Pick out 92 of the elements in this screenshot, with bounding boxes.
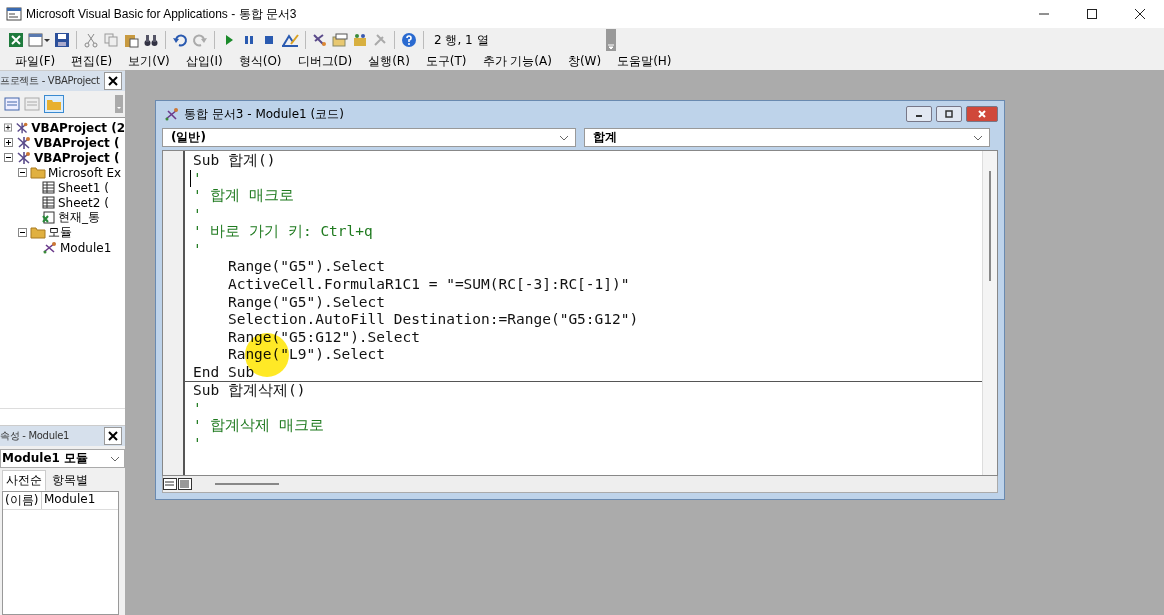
project-icon: [16, 135, 32, 150]
property-name: (이름): [3, 492, 42, 509]
code-line: ': [193, 240, 202, 257]
menu-item[interactable]: 보기(V): [125, 52, 173, 70]
tree-item[interactable]: VBAProject (: [34, 135, 120, 150]
close-icon[interactable]: [1134, 8, 1146, 20]
close-icon: [108, 431, 118, 441]
menu-item[interactable]: 실행(R): [365, 52, 413, 70]
window-title: Microsoft Visual Basic for Applications - 통합 문서3: [26, 5, 297, 23]
sheet-icon: [42, 196, 56, 209]
close-button[interactable]: [104, 72, 122, 90]
maximize-icon[interactable]: [1086, 8, 1098, 20]
close-icon: [977, 110, 987, 118]
tree-item[interactable]: VBAProject (: [34, 150, 120, 165]
menu-item[interactable]: 파일(F): [12, 52, 59, 70]
insert-form-icon[interactable]: [28, 32, 50, 48]
object-dropdown[interactable]: (일반): [162, 128, 576, 147]
close-button[interactable]: [104, 427, 122, 445]
tree-item[interactable]: 현재_통: [58, 209, 100, 226]
expand-toggle-icon[interactable]: [18, 228, 27, 237]
menu-item[interactable]: 디버그(D): [294, 52, 356, 70]
code-line: ' 바로 가기 키: Ctrl+q: [193, 221, 373, 241]
expand-toggle-icon[interactable]: [4, 138, 13, 147]
folder-icon: [30, 226, 46, 239]
toggle-folders-icon[interactable]: [44, 95, 64, 113]
tree-item[interactable]: Microsoft Ex: [48, 165, 122, 180]
maximize-icon: [944, 110, 954, 118]
object-browser-icon[interactable]: [352, 32, 368, 48]
code-line: Sub 합계(): [193, 151, 276, 171]
module-view-icon[interactable]: [178, 478, 192, 490]
maximize-button[interactable]: [936, 106, 962, 122]
code-line: End Sub: [193, 363, 255, 380]
save-icon[interactable]: [54, 32, 70, 48]
close-icon: [108, 76, 118, 86]
expand-toggle-icon[interactable]: [18, 168, 27, 177]
project-icon: [16, 150, 32, 165]
tree-item[interactable]: Sheet1 (: [58, 180, 109, 195]
tree-item[interactable]: Sheet2 (: [58, 195, 109, 210]
expand-toggle-icon[interactable]: [4, 123, 12, 132]
tree-item[interactable]: VBAProject (2: [31, 120, 125, 135]
minimize-button[interactable]: [906, 106, 932, 122]
expand-toggle-icon[interactable]: [4, 153, 13, 162]
menu-item[interactable]: 창(W): [564, 52, 605, 70]
menu-item[interactable]: 편집(E): [68, 52, 116, 70]
sheet-icon: [42, 181, 56, 194]
menu-item[interactable]: 삽입(I): [182, 52, 226, 70]
procedure-dropdown[interactable]: 합계: [584, 128, 990, 147]
code-line: ': [193, 435, 202, 452]
app-icon: [6, 6, 22, 22]
code-line: ActiveCell.FormulaR1C1 = "=SUM(RC[-3]:RC[-1])": [226, 275, 630, 292]
procedure-view-icon[interactable]: [163, 478, 177, 490]
tree-item[interactable]: 모듈: [48, 224, 72, 241]
code-line: ' 합계 매크로: [193, 186, 295, 206]
menu-item[interactable]: 도움말(H): [614, 52, 675, 70]
menu-item[interactable]: 추가 기능(A): [479, 52, 555, 70]
paste-icon[interactable]: [123, 32, 139, 48]
tree-item[interactable]: Module1: [60, 240, 112, 255]
property-value[interactable]: Module1: [42, 492, 96, 509]
code-line: Selection.AutoFill Destination:=Range("G5:G12"): [226, 311, 639, 328]
tab[interactable]: 항목별: [48, 470, 92, 491]
code-line: ': [193, 400, 202, 417]
workbook-icon: [42, 211, 56, 224]
menu-item[interactable]: 도구(T): [422, 52, 470, 70]
project-icon: [15, 120, 30, 135]
window-title: 통합 문서3 - Module1 (코드): [184, 105, 344, 123]
binoculars-icon[interactable]: [143, 32, 159, 48]
help-icon[interactable]: [401, 32, 417, 48]
design-mode-icon[interactable]: [281, 32, 299, 48]
text-caret: [190, 169, 191, 187]
code-line: ' 합계삭제 매크로: [193, 416, 325, 436]
scroll-thumb[interactable]: [989, 171, 991, 281]
panel-title: 속성 - Module1: [0, 429, 70, 443]
undo-icon[interactable]: [172, 32, 188, 48]
horizontal-scrollbar[interactable]: [0, 408, 125, 425]
module-icon: [164, 107, 180, 121]
code-line: ': [193, 205, 202, 222]
scroll-thumb[interactable]: [215, 483, 279, 485]
menu-item[interactable]: 형식(O): [235, 52, 285, 70]
cursor-position: 2 행, 1 열: [434, 31, 489, 49]
code-line: Range("G5").Select: [226, 293, 386, 310]
properties-icon[interactable]: [332, 32, 348, 48]
code-line: ': [193, 170, 202, 187]
module-icon: [42, 241, 58, 254]
panel-title: 프로젝트 - VBAProject: [0, 74, 100, 88]
toolbar-options-icon[interactable]: [606, 29, 616, 51]
excel-icon[interactable]: [8, 32, 24, 48]
code-line: Range("G5").Select: [226, 258, 386, 275]
folder-icon: [30, 166, 46, 179]
code-line: Sub 합계삭제(): [193, 381, 306, 400]
object-dropdown[interactable]: Module1 모듈: [0, 449, 125, 468]
project-explorer-icon[interactable]: [312, 32, 328, 48]
tab[interactable]: 사전순: [2, 470, 46, 491]
